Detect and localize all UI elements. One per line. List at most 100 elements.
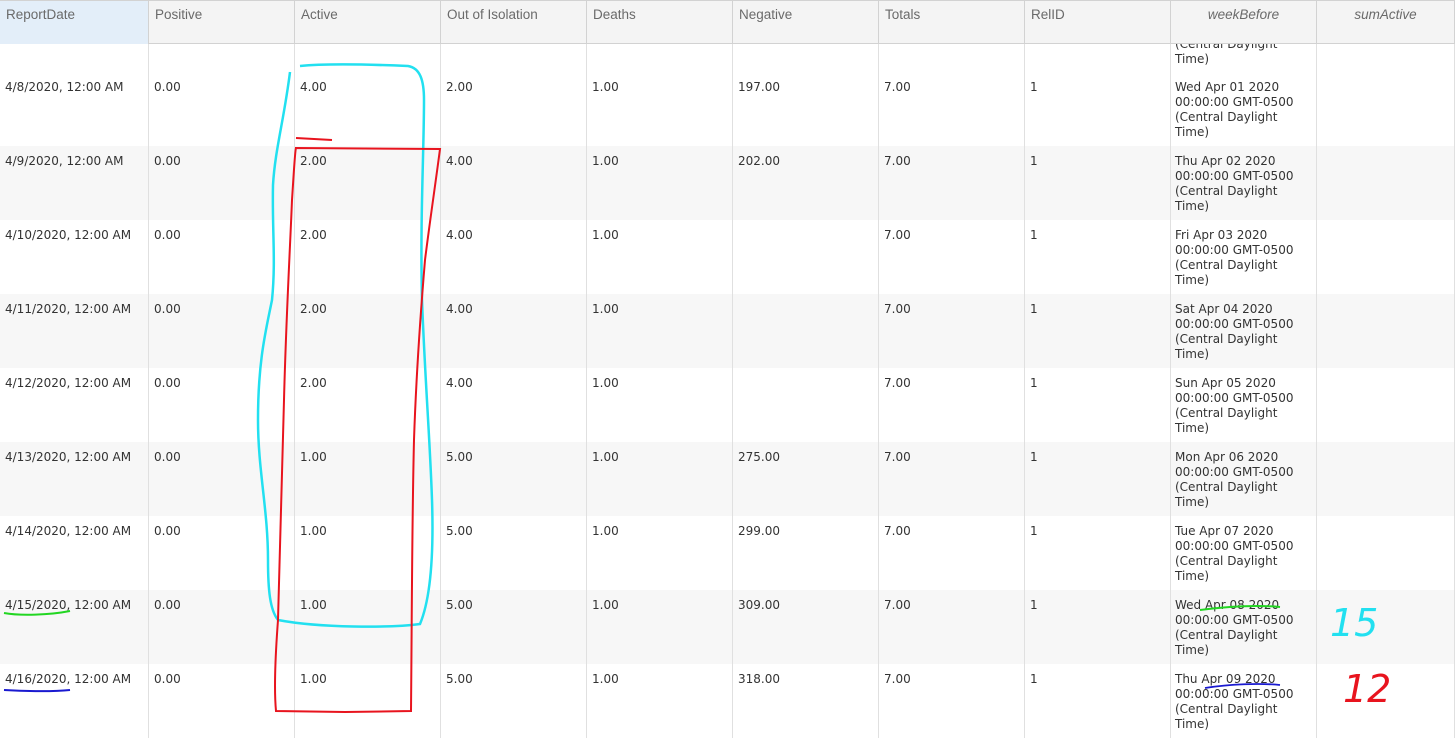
cell-positive: 0.00	[149, 294, 295, 368]
cell-deaths	[587, 44, 733, 72]
cell-negative: 197.00	[733, 72, 879, 146]
table-row[interactable]: 4/16/2020, 12:00 AM 0.00 1.00 5.00 1.00 318.0…	[0, 664, 1455, 738]
column-header-active[interactable]: Active	[295, 1, 441, 44]
cell-report-date: 4/9/2020, 12:00 AM	[0, 146, 149, 220]
cell-rel-id: 1	[1025, 220, 1171, 294]
cell-week-before: Tue Apr 07 2020 00:00:00 GMT-0500 (Centr…	[1171, 516, 1317, 590]
cell-out-of-isolation: 5.00	[441, 664, 587, 738]
attribute-table: ReportDate Positive Active Out of Isolation…	[0, 0, 1455, 741]
cell-positive: 0.00	[149, 72, 295, 146]
cell-sum-active	[1317, 72, 1455, 146]
cell-week-before: Wed Apr 01 2020 00:00:00 GMT-0500 (Centr…	[1171, 72, 1317, 146]
cell-out-of-isolation	[441, 44, 587, 72]
cell-active: 1.00	[295, 516, 441, 590]
cell-totals: 7.00	[879, 294, 1025, 368]
cell-active: 2.00	[295, 146, 441, 220]
cell-report-date: 4/16/2020, 12:00 AM	[0, 664, 149, 738]
cell-report-date: 4/8/2020, 12:00 AM	[0, 72, 149, 146]
column-header-sum-active[interactable]: sumActive	[1317, 1, 1455, 44]
cell-out-of-isolation: 5.00	[441, 516, 587, 590]
cell-sum-active	[1317, 664, 1455, 738]
cell-deaths: 1.00	[587, 72, 733, 146]
cell-active: 4.00	[295, 72, 441, 146]
cell-week-before: Wed Apr 08 2020 00:00:00 GMT-0500 (Centr…	[1171, 590, 1317, 664]
table-row[interactable]: 4/12/2020, 12:00 AM 0.00 2.00 4.00 1.00 7.00 1…	[0, 368, 1455, 442]
cell-totals: 7.00	[879, 664, 1025, 738]
cell-sum-active	[1317, 44, 1455, 72]
cell-out-of-isolation: 4.00	[441, 294, 587, 368]
cell-week-before: Mon Apr 06 2020 00:00:00 GMT-0500 (Centr…	[1171, 442, 1317, 516]
cell-totals: 7.00	[879, 220, 1025, 294]
cell-positive	[149, 44, 295, 72]
cell-report-date: 4/12/2020, 12:00 AM	[0, 368, 149, 442]
cell-rel-id: 1	[1025, 294, 1171, 368]
cell-negative: 202.00	[733, 146, 879, 220]
cell-totals: 7.00	[879, 146, 1025, 220]
table-row[interactable]: 4/15/2020, 12:00 AM 0.00 1.00 5.00 1.00 309.0…	[0, 590, 1455, 664]
cell-report-date: 4/13/2020, 12:00 AM	[0, 442, 149, 516]
column-header-rel-id[interactable]: RelID	[1025, 1, 1171, 44]
cell-deaths: 1.00	[587, 368, 733, 442]
cell-totals: 7.00	[879, 516, 1025, 590]
table-row[interactable]: 4/14/2020, 12:00 AM 0.00 1.00 5.00 1.00 299.0…	[0, 516, 1455, 590]
cell-totals: 7.00	[879, 72, 1025, 146]
cell-week-before: (Central Daylight Time)	[1171, 44, 1317, 72]
table-header-row: ReportDate Positive Active Out of Isolation…	[0, 0, 1455, 44]
cell-positive: 0.00	[149, 368, 295, 442]
table-row[interactable]: 4/10/2020, 12:00 AM 0.00 2.00 4.00 1.00 7.00 1…	[0, 220, 1455, 294]
column-header-week-before[interactable]: weekBefore	[1171, 1, 1317, 44]
cell-positive: 0.00	[149, 442, 295, 516]
cell-report-date: 4/10/2020, 12:00 AM	[0, 220, 149, 294]
cell-positive: 0.00	[149, 590, 295, 664]
cell-sum-active	[1317, 516, 1455, 590]
cell-active: 1.00	[295, 590, 441, 664]
cell-negative	[733, 44, 879, 72]
cell-rel-id: 1	[1025, 664, 1171, 738]
cell-rel-id	[1025, 44, 1171, 72]
cell-negative	[733, 294, 879, 368]
cell-active: 1.00	[295, 664, 441, 738]
column-header-report-date[interactable]: ReportDate	[0, 1, 149, 44]
cell-rel-id: 1	[1025, 146, 1171, 220]
column-header-out-of-isolation[interactable]: Out of Isolation	[441, 1, 587, 44]
cell-week-before: Thu Apr 09 2020 00:00:00 GMT-0500 (Centr…	[1171, 664, 1317, 738]
cell-positive: 0.00	[149, 146, 295, 220]
table-row[interactable]: 4/8/2020, 12:00 AM 0.00 4.00 2.00 1.00 197.00…	[0, 72, 1455, 146]
column-header-negative[interactable]: Negative	[733, 1, 879, 44]
cell-negative	[733, 368, 879, 442]
cell-report-date: 4/15/2020, 12:00 AM	[0, 590, 149, 664]
cell-deaths: 1.00	[587, 442, 733, 516]
cell-rel-id: 1	[1025, 516, 1171, 590]
table-row-partial[interactable]: (Central Daylight Time)	[0, 44, 1455, 72]
cell-out-of-isolation: 4.00	[441, 368, 587, 442]
table-row[interactable]: 4/9/2020, 12:00 AM 0.00 2.00 4.00 1.00 202.00…	[0, 146, 1455, 220]
cell-out-of-isolation: 4.00	[441, 146, 587, 220]
cell-week-before: Sun Apr 05 2020 00:00:00 GMT-0500 (Centr…	[1171, 368, 1317, 442]
cell-week-before: Sat Apr 04 2020 00:00:00 GMT-0500 (Centr…	[1171, 294, 1317, 368]
column-header-deaths[interactable]: Deaths	[587, 1, 733, 44]
column-header-totals[interactable]: Totals	[879, 1, 1025, 44]
cell-report-date	[0, 44, 149, 72]
cell-positive: 0.00	[149, 516, 295, 590]
cell-positive: 0.00	[149, 664, 295, 738]
cell-deaths: 1.00	[587, 664, 733, 738]
cell-sum-active	[1317, 294, 1455, 368]
cell-rel-id: 1	[1025, 590, 1171, 664]
cell-deaths: 1.00	[587, 590, 733, 664]
cell-report-date: 4/11/2020, 12:00 AM	[0, 294, 149, 368]
table-row[interactable]: 4/11/2020, 12:00 AM 0.00 2.00 4.00 1.00 7.00 1…	[0, 294, 1455, 368]
cell-negative: 299.00	[733, 516, 879, 590]
cell-active: 1.00	[295, 442, 441, 516]
cell-sum-active	[1317, 146, 1455, 220]
cell-totals: 7.00	[879, 442, 1025, 516]
cell-active: 2.00	[295, 368, 441, 442]
cell-active	[295, 44, 441, 72]
cell-report-date: 4/14/2020, 12:00 AM	[0, 516, 149, 590]
cell-totals: 7.00	[879, 590, 1025, 664]
cell-positive: 0.00	[149, 220, 295, 294]
table-row[interactable]: 4/13/2020, 12:00 AM 0.00 1.00 5.00 1.00 275.0…	[0, 442, 1455, 516]
cell-week-before: Thu Apr 02 2020 00:00:00 GMT-0500 (Centr…	[1171, 146, 1317, 220]
cell-negative: 275.00	[733, 442, 879, 516]
column-header-positive[interactable]: Positive	[149, 1, 295, 44]
cell-deaths: 1.00	[587, 516, 733, 590]
